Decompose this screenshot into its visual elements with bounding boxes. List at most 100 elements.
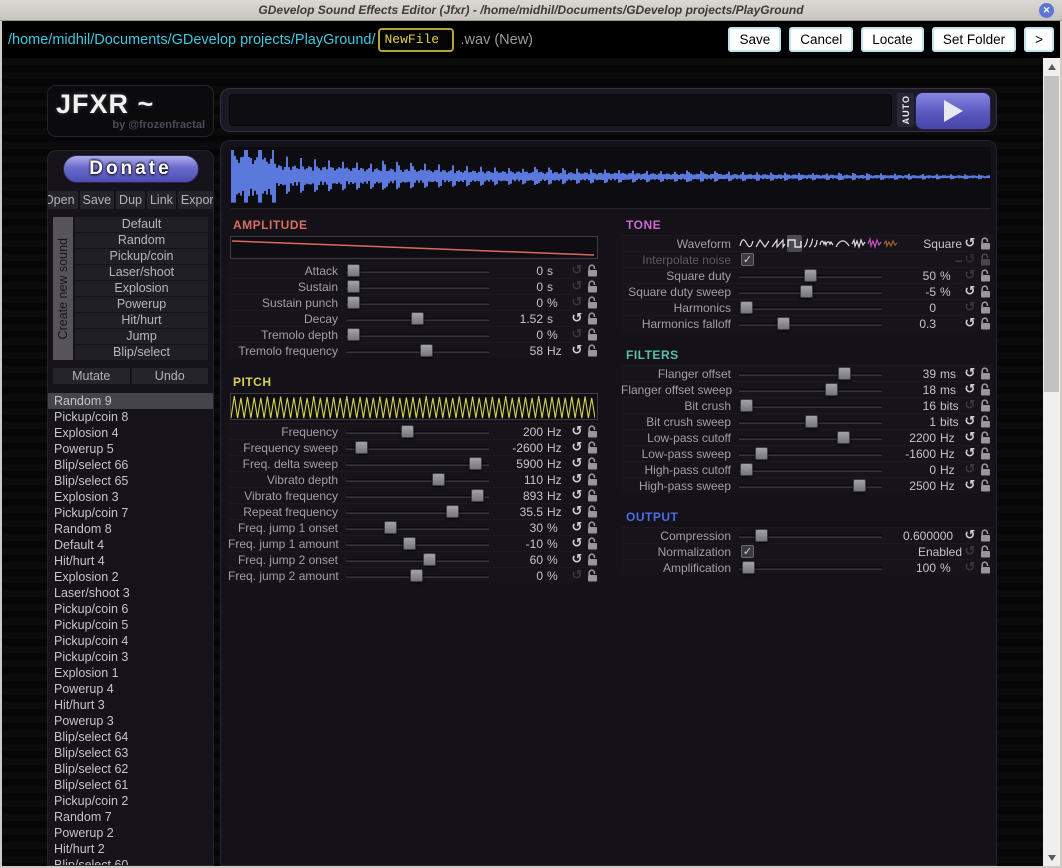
file-action-link[interactable]: Link: [147, 191, 176, 209]
sound-list-item[interactable]: Powerup 2: [48, 825, 213, 841]
lock-icon[interactable]: [978, 237, 993, 250]
reset-icon[interactable]: ↺: [962, 399, 978, 413]
lock-icon[interactable]: [978, 463, 993, 476]
lock-icon[interactable]: [585, 553, 600, 566]
waveform-option-sawtooth-icon[interactable]: [771, 235, 786, 252]
reset-icon[interactable]: ↺: [962, 415, 978, 429]
lock-icon[interactable]: [585, 328, 600, 341]
slider-thumb[interactable]: [403, 537, 416, 550]
sound-list-item[interactable]: Explosion 2: [48, 569, 213, 585]
slider-thumb[interactable]: [355, 441, 368, 454]
reset-icon[interactable]: ↺: [962, 447, 978, 461]
reset-icon[interactable]: ↺: [962, 237, 978, 251]
sound-list-item[interactable]: Random 8: [48, 521, 213, 537]
param-control[interactable]: [346, 296, 489, 310]
waveform-option-breaker-icon[interactable]: [835, 235, 850, 252]
lock-icon[interactable]: [978, 301, 993, 314]
param-control[interactable]: [739, 479, 882, 493]
slider-thumb[interactable]: [423, 553, 436, 566]
reset-icon[interactable]: ↺: [962, 383, 978, 397]
param-control[interactable]: [739, 399, 882, 413]
slider-thumb[interactable]: [347, 328, 360, 341]
preset-random[interactable]: Random: [75, 233, 208, 248]
slider-thumb[interactable]: [469, 457, 482, 470]
slider-track[interactable]: [346, 334, 489, 337]
param-control[interactable]: [739, 237, 882, 251]
file-action-open[interactable]: Open: [47, 191, 78, 209]
preset-hit-hurt[interactable]: Hit/hurt: [75, 313, 208, 328]
slider-thumb[interactable]: [755, 529, 768, 542]
sound-list-item[interactable]: Explosion 1: [48, 665, 213, 681]
scrollbar-down-arrow[interactable]: [1043, 850, 1060, 865]
slider-thumb[interactable]: [347, 296, 360, 309]
sound-list-item[interactable]: Random 7: [48, 809, 213, 825]
lock-icon[interactable]: [978, 447, 993, 460]
slider-thumb[interactable]: [410, 569, 423, 582]
param-control[interactable]: [346, 264, 489, 278]
reset-icon[interactable]: ↺: [962, 545, 978, 559]
preset-jump[interactable]: Jump: [75, 329, 208, 344]
param-control[interactable]: [346, 280, 489, 294]
sound-list-item[interactable]: Powerup 3: [48, 713, 213, 729]
param-control[interactable]: [739, 269, 882, 283]
lock-icon[interactable]: [585, 489, 600, 502]
slider-thumb[interactable]: [837, 431, 850, 444]
slider-thumb[interactable]: [800, 285, 813, 298]
preset-powerup[interactable]: Powerup: [75, 297, 208, 312]
sound-list-item[interactable]: Blip/select 62: [48, 761, 213, 777]
param-control[interactable]: [739, 447, 882, 461]
param-control[interactable]: [346, 344, 489, 358]
slider-thumb[interactable]: [740, 399, 753, 412]
lock-icon[interactable]: [978, 269, 993, 282]
param-control[interactable]: [346, 473, 489, 487]
preset-pickup-coin[interactable]: Pickup/coin: [75, 249, 208, 264]
slider-thumb[interactable]: [411, 312, 424, 325]
waveform-option-whitenoise-icon[interactable]: [851, 235, 866, 252]
slider-track[interactable]: [739, 405, 882, 408]
reset-icon[interactable]: ↺: [569, 296, 585, 310]
slider-thumb[interactable]: [347, 264, 360, 277]
lock-icon[interactable]: [978, 253, 993, 266]
reset-icon[interactable]: ↺: [569, 328, 585, 342]
sound-list-item[interactable]: Explosion 4: [48, 425, 213, 441]
slider-track[interactable]: [739, 373, 882, 376]
lock-icon[interactable]: [585, 264, 600, 277]
sound-list-item[interactable]: Blip/select 65: [48, 473, 213, 489]
reset-icon[interactable]: ↺: [962, 463, 978, 477]
slider-track[interactable]: [346, 527, 489, 530]
reset-icon[interactable]: ↺: [569, 425, 585, 439]
sound-list-item[interactable]: Explosion 3: [48, 489, 213, 505]
sound-list-item[interactable]: Hit/hurt 3: [48, 697, 213, 713]
param-control[interactable]: [346, 521, 489, 535]
param-control[interactable]: ✓: [739, 253, 882, 267]
slider-thumb[interactable]: [755, 447, 768, 460]
lock-icon[interactable]: [978, 431, 993, 444]
preset-laser-shoot[interactable]: Laser/shoot: [75, 265, 208, 280]
reset-icon[interactable]: ↺: [569, 553, 585, 567]
slider-thumb[interactable]: [805, 415, 818, 428]
toolbar-button--[interactable]: >: [1024, 27, 1054, 52]
waveform-option-whistle-icon[interactable]: [819, 235, 834, 252]
param-control[interactable]: [739, 561, 882, 575]
param-control[interactable]: [739, 285, 882, 299]
slider-thumb[interactable]: [742, 561, 755, 574]
param-control[interactable]: [739, 431, 882, 445]
sound-list-item[interactable]: Pickup/coin 7: [48, 505, 213, 521]
sound-list-item[interactable]: Laser/shoot 3: [48, 585, 213, 601]
donate-button[interactable]: Donate: [63, 155, 199, 183]
lock-icon[interactable]: [585, 457, 600, 470]
slider-thumb[interactable]: [804, 269, 817, 282]
preset-explosion[interactable]: Explosion: [75, 281, 208, 296]
toolbar-button-set-folder[interactable]: Set Folder: [932, 27, 1016, 52]
param-control[interactable]: [346, 425, 489, 439]
reset-icon[interactable]: ↺: [569, 569, 585, 583]
slider-track[interactable]: [346, 559, 489, 562]
reset-icon[interactable]: ↺: [569, 264, 585, 278]
lock-icon[interactable]: [585, 505, 600, 518]
slider-thumb[interactable]: [432, 473, 445, 486]
sound-list-item[interactable]: Pickup/coin 2: [48, 793, 213, 809]
reset-icon[interactable]: ↺: [962, 285, 978, 299]
play-button[interactable]: [915, 92, 991, 130]
slider-thumb[interactable]: [777, 317, 790, 330]
sound-list-item[interactable]: Blip/select 63: [48, 745, 213, 761]
